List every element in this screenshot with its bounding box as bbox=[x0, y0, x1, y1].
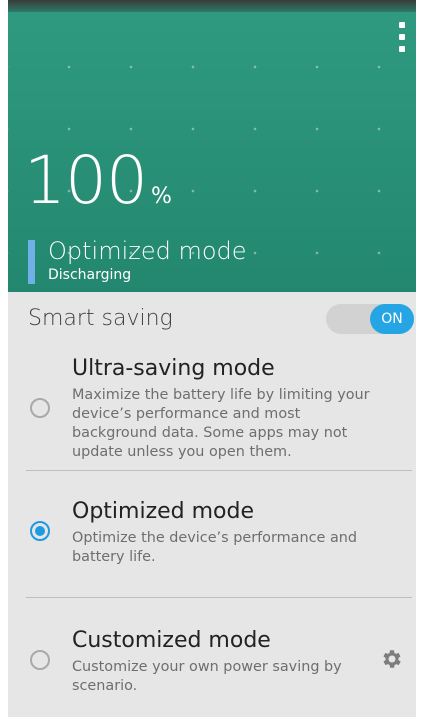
power-saving-panel: Smart saving ON Ultra-saving mode Maximi… bbox=[8, 292, 416, 717]
battery-header: 100% Optimized mode Discharging bbox=[8, 12, 416, 292]
option-description: Optimize the device’s performance and ba… bbox=[72, 530, 358, 565]
current-mode-name: Optimized mode bbox=[48, 237, 247, 265]
option-description: Customize your own power saving by scena… bbox=[72, 659, 342, 694]
option-ultra-saving[interactable]: Ultra-saving mode Maximize the battery l… bbox=[8, 350, 416, 470]
mode-indicator-bar bbox=[28, 240, 35, 284]
battery-percent-value: 100 bbox=[24, 142, 148, 219]
option-customized[interactable]: Customized mode Customize your own power… bbox=[8, 598, 416, 716]
smart-saving-row: Smart saving ON bbox=[8, 292, 416, 350]
radio-customized[interactable] bbox=[30, 650, 50, 670]
more-vert-icon[interactable] bbox=[394, 22, 410, 52]
status-bar-edge bbox=[8, 0, 416, 12]
option-description: Maximize the battery life by limiting yo… bbox=[72, 387, 370, 460]
option-title: Ultra-saving mode bbox=[72, 356, 275, 381]
option-title: Customized mode bbox=[72, 628, 271, 653]
gear-icon[interactable] bbox=[380, 647, 404, 671]
battery-percentage: 100% bbox=[24, 146, 172, 216]
option-title: Optimized mode bbox=[72, 499, 254, 524]
charging-status: Discharging bbox=[48, 267, 132, 283]
smart-saving-toggle[interactable]: ON bbox=[326, 304, 414, 334]
radio-ultra-saving[interactable] bbox=[30, 398, 50, 418]
toggle-on-label: ON bbox=[370, 304, 414, 334]
battery-percent-sign: % bbox=[150, 184, 172, 209]
option-optimized[interactable]: Optimized mode Optimize the device’s per… bbox=[8, 471, 416, 597]
smart-saving-label: Smart saving bbox=[28, 306, 173, 331]
radio-optimized[interactable] bbox=[30, 521, 50, 541]
